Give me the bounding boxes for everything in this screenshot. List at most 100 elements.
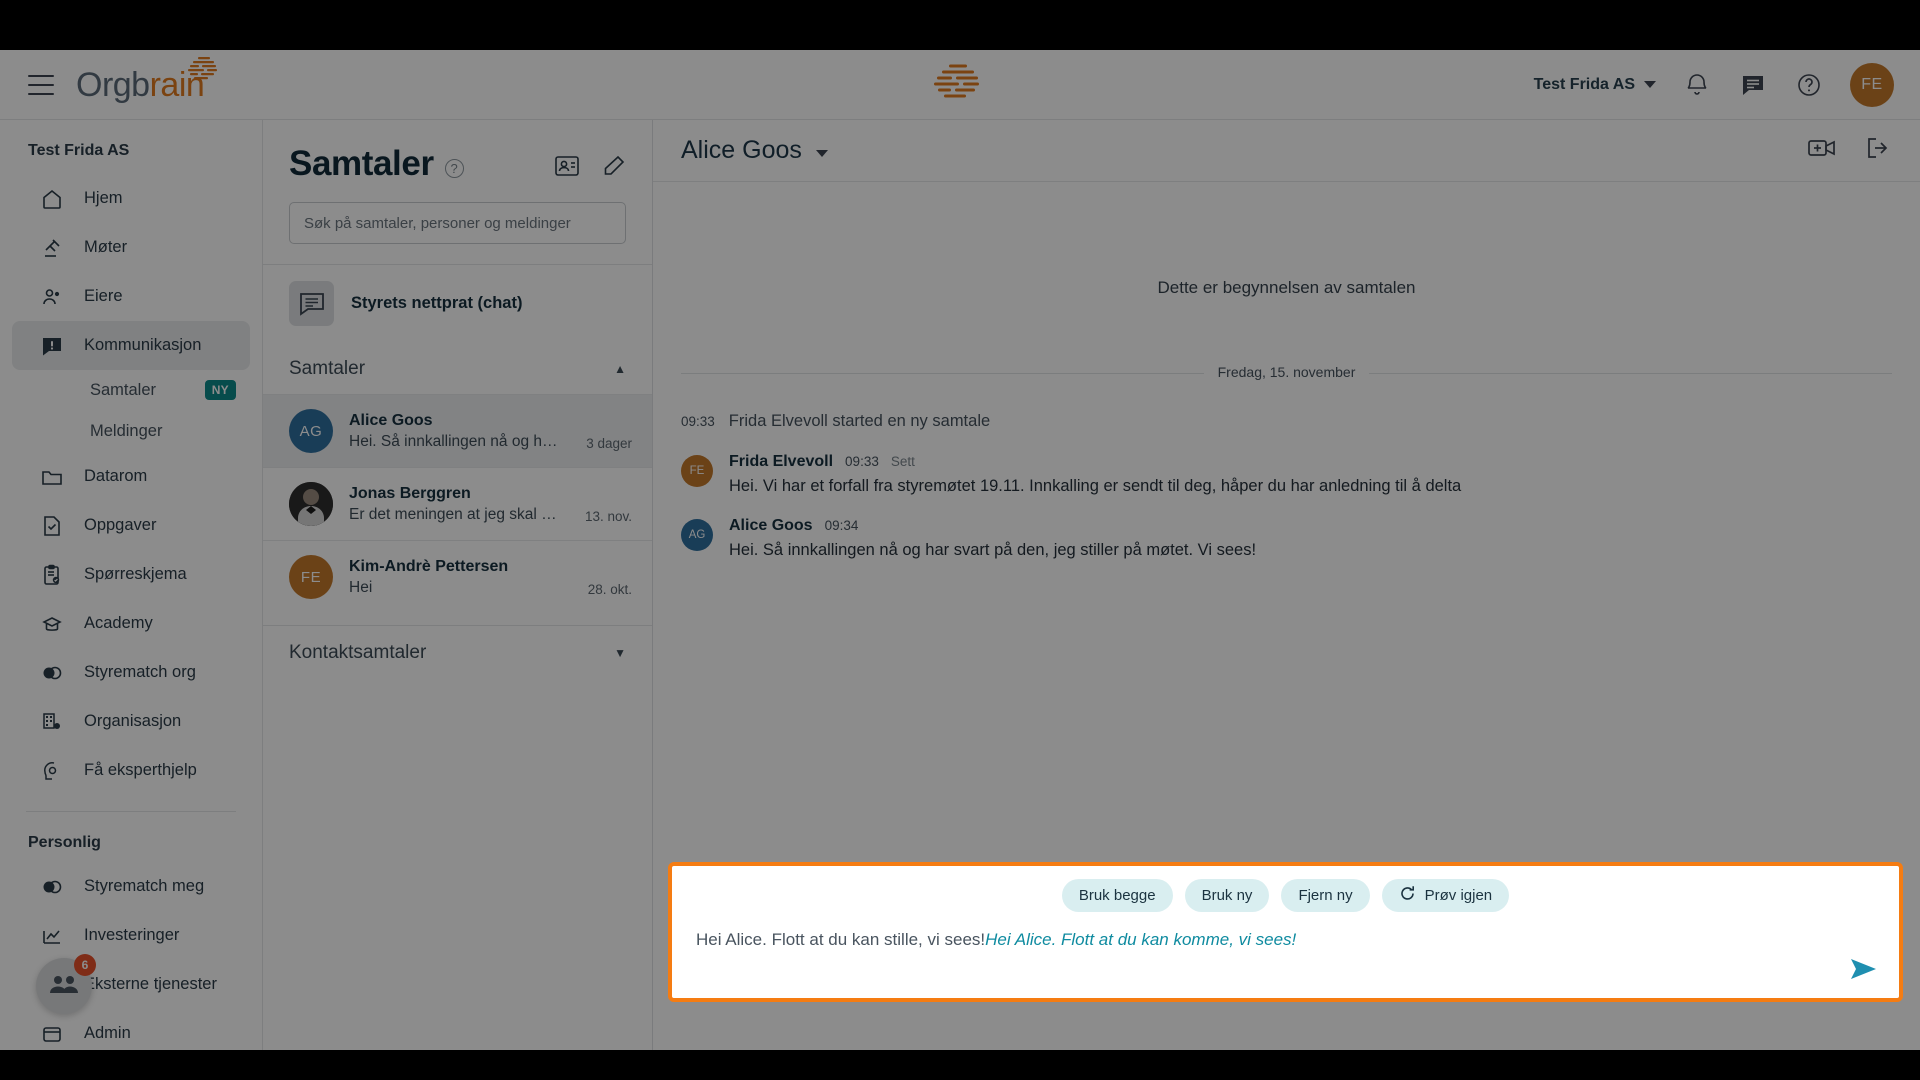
list-item-name: Alice Goos [349, 411, 433, 429]
question-circle-icon[interactable] [1794, 70, 1824, 100]
list-item-body: Jonas Berggren Er det meningen at jeg sk… [349, 485, 569, 524]
chart-line-icon [40, 924, 64, 948]
list-item[interactable]: FE Kim-Andrè Pettersen Hei 28. okt. [263, 540, 652, 613]
sidebar-item-meldinger[interactable]: Meldinger [12, 411, 250, 452]
chat-title[interactable]: Alice Goos [681, 136, 802, 165]
sidebar-item-fa-eksperthjelp[interactable]: Få eksperthjelp [12, 746, 250, 795]
sidebar-item-styrematch-org[interactable]: Styrematch org [12, 648, 250, 697]
list-item-time: 3 dager [586, 436, 632, 451]
chat-message-sender: Frida Elvevoll [729, 453, 834, 470]
sidebar-section-personlig: Personlig [28, 834, 101, 851]
folder-icon [40, 465, 64, 489]
people-icon [40, 285, 64, 309]
draft-text: Hei Alice. Flott at du kan stille, vi se… [696, 930, 986, 949]
admin-icon [40, 1022, 64, 1046]
avatar-initials: FE [689, 465, 705, 477]
chat-message: FE Frida Elvevoll 09:33 Sett Hei. Vi har… [681, 445, 1892, 509]
sidebar-item-samtaler[interactable]: Samtaler NY [12, 370, 250, 411]
top-bar: Orgbrain Test Frida AS FE [0, 50, 1920, 120]
day-divider-label: Fredag, 15. november [1203, 364, 1370, 380]
sidebar-item-sporreskjema[interactable]: Spørreskjema [12, 550, 250, 599]
question-circle-icon[interactable]: ? [444, 159, 464, 178]
sidebar-item-academy[interactable]: Academy [12, 599, 250, 648]
sidebar-item-moter[interactable]: Møter [12, 223, 250, 272]
remove-new-button[interactable]: Fjern ny [1281, 879, 1370, 912]
hamburger-icon[interactable] [28, 74, 54, 95]
sidebar-item-label: Eksterne tjenester [84, 975, 217, 993]
day-divider: Fredag, 15. november [681, 364, 1892, 382]
contact-card-icon[interactable] [554, 154, 580, 183]
conversation-header-actions [554, 154, 626, 183]
contacts-group-label: Kontaktsamtaler [289, 642, 427, 663]
people-group-icon [49, 971, 79, 1002]
send-icon[interactable] [1850, 957, 1877, 986]
avatar: AG [289, 409, 333, 453]
video-add-icon[interactable] [1808, 137, 1836, 164]
venn-icon [40, 875, 64, 899]
sidebar-item-styrematch-meg[interactable]: Styrematch meg [12, 862, 250, 911]
avatar[interactable]: FE [1850, 62, 1894, 107]
sidebar: Test Frida AS Hjem Møter Eiere Kommunika… [0, 120, 263, 1050]
brain-dots-icon [184, 56, 224, 87]
sidebar-item-eiere[interactable]: Eiere [12, 272, 250, 321]
conversation-start-text: Dette er begynnelsen av samtalen [1157, 278, 1416, 297]
list-item-time: 13. nov. [584, 509, 632, 524]
sidebar-item-investeringer[interactable]: Investeringer [12, 911, 250, 960]
list-item[interactable]: Jonas Berggren Er det meningen at jeg sk… [263, 467, 652, 540]
list-item-body: Kim-Andrè Pettersen Hei [349, 558, 572, 597]
sidebar-item-label: Få eksperthjelp [84, 761, 197, 779]
top-bar-actions: Test Frida AS FE [1534, 62, 1920, 107]
list-item[interactable]: AG Alice Goos Hei. Så innkallingen nå og… [263, 394, 652, 467]
system-message-time: 09:33 [681, 414, 715, 429]
board-chat-entry[interactable]: Styrets nettprat (chat) [263, 265, 652, 342]
chat-message-time: 09:33 [845, 454, 879, 469]
avatar-initials: FE [300, 568, 322, 586]
system-message: 09:33 Frida Elvevoll started en ny samta… [681, 404, 1892, 445]
sidebar-subitem-label: Samtaler [90, 381, 157, 399]
message-input[interactable]: Hei Alice. Flott at du kan stille, vi se… [672, 912, 1899, 952]
chevron-up-icon: ▲ [614, 362, 626, 376]
sidebar-item-oppgaver[interactable]: Oppgaver [12, 501, 250, 550]
bell-icon[interactable] [1682, 70, 1712, 100]
use-new-button[interactable]: Bruk ny [1184, 879, 1270, 912]
task-check-icon [40, 514, 64, 538]
message-composer[interactable]: Bruk begge Bruk ny Fjern ny Prøv igjen H… [668, 862, 1903, 1002]
list-item-time: 28. okt. [587, 582, 632, 597]
conversation-list-panel: Samtaler ? Søk på samtaler, personer og … [263, 120, 653, 1050]
sidebar-item-label: Organisasjon [84, 712, 182, 730]
contacts-group-header[interactable]: Kontaktsamtaler ▼ [263, 626, 652, 678]
sidebar-item-organisasjon[interactable]: Organisasjon [12, 697, 250, 746]
chat-icon[interactable] [1738, 70, 1768, 100]
avatar: FE [289, 555, 333, 599]
sidebar-item-datarom[interactable]: Datarom [12, 452, 250, 501]
sidebar-item-label: Møter [84, 238, 128, 256]
help-widget-button[interactable]: 6 [36, 954, 96, 1014]
sidebar-item-admin[interactable]: Admin [12, 1009, 250, 1050]
avatar-initials: AG [299, 422, 323, 440]
brand-logo[interactable]: Orgbrain [76, 56, 217, 102]
leave-icon[interactable] [1866, 137, 1892, 164]
avatar-initials: FE [1861, 75, 1883, 93]
chat-message-status: Sett [890, 454, 915, 469]
help-widget-count: 6 [74, 954, 96, 976]
venn-icon [40, 661, 64, 685]
remove-new-label: Fjern ny [1298, 887, 1353, 904]
refresh-icon [1399, 885, 1416, 906]
sidebar-item-hjem[interactable]: Hjem [12, 174, 250, 223]
search-container [263, 184, 652, 264]
avatar [289, 482, 333, 526]
gavel-icon [40, 236, 64, 260]
chat-messages: Dette er begynnelsen av samtalen Fredag,… [653, 182, 1920, 970]
use-both-button[interactable]: Bruk begge [1061, 879, 1173, 912]
sidebar-item-label: Spørreskjema [84, 565, 187, 583]
org-selector[interactable]: Test Frida AS [1534, 76, 1656, 94]
chevron-down-icon[interactable] [815, 150, 828, 157]
chat-message-body: Alice Goos 09:34 Hei. Så innkallingen nå… [729, 517, 1256, 561]
retry-button[interactable]: Prøv igjen [1381, 879, 1510, 912]
pencil-square-icon[interactable] [602, 154, 626, 183]
chat-message-text: Hei. Vi har et forfall fra styremøtet 19… [729, 477, 1462, 495]
sidebar-item-label: Investeringer [84, 926, 180, 944]
sidebar-item-kommunikasjon[interactable]: Kommunikasjon [12, 321, 250, 370]
search-input[interactable] [289, 202, 626, 244]
conversations-group-header[interactable]: Samtaler ▲ [263, 342, 652, 394]
